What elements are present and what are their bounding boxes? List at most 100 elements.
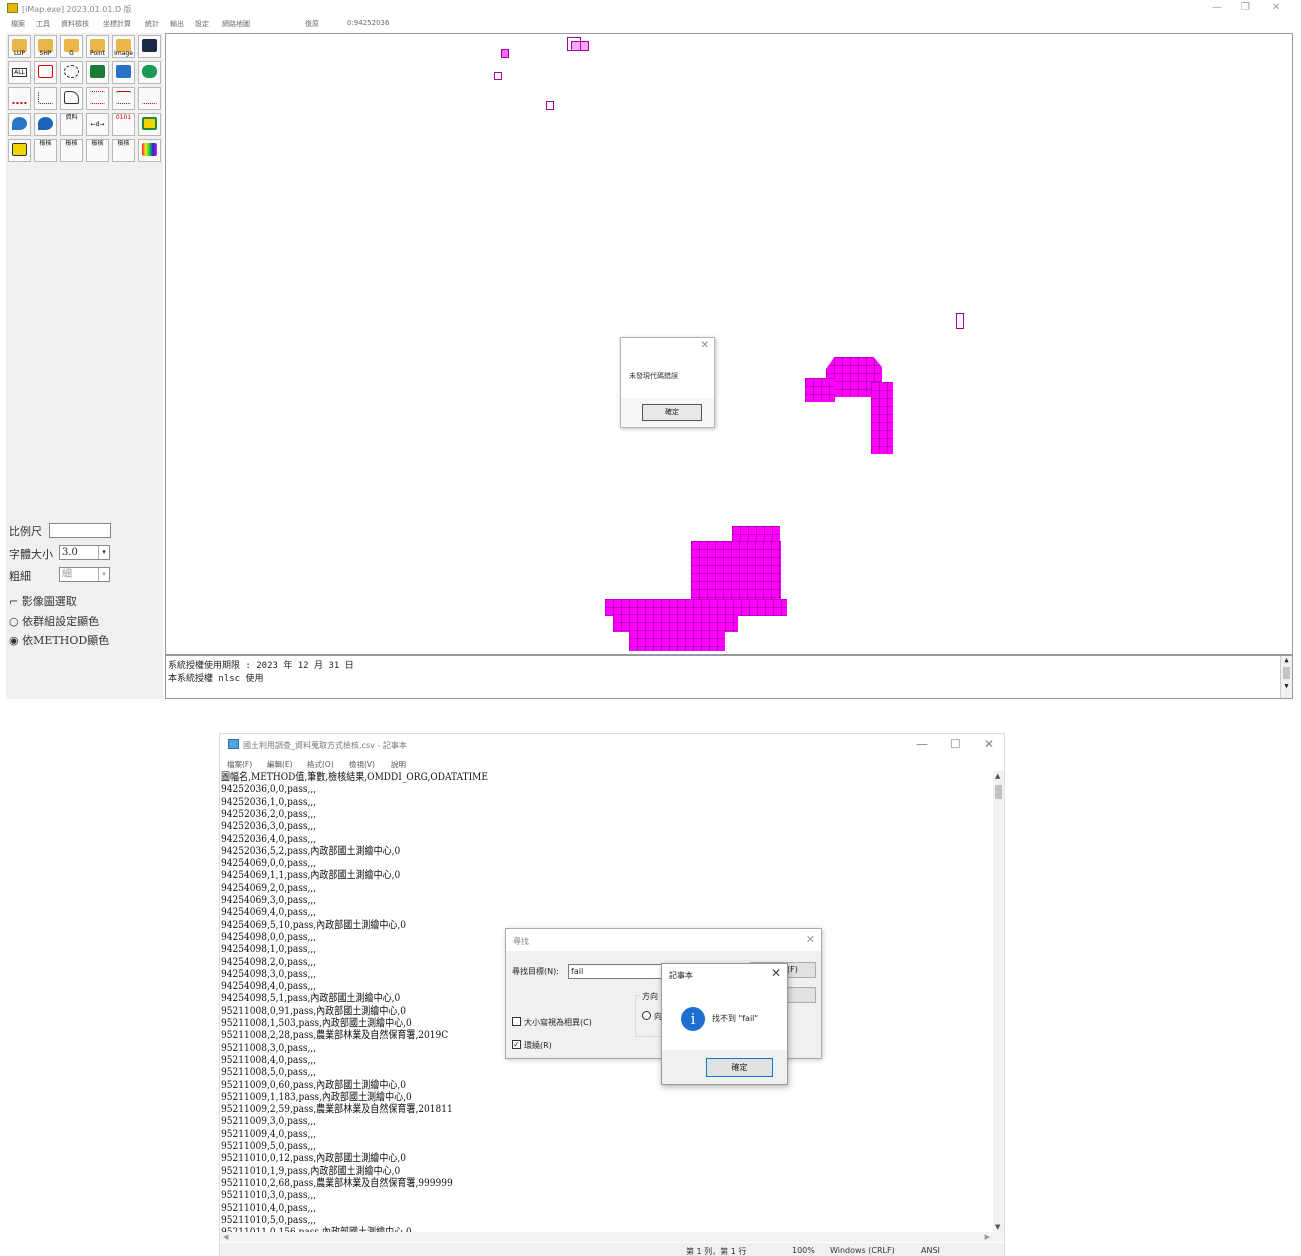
edit-line-button[interactable]	[8, 87, 31, 110]
check-shape-button[interactable]: 檢核	[112, 139, 135, 162]
vertical-scrollbar[interactable]: ▲ ▼	[993, 771, 1004, 1232]
scroll-up-icon[interactable]: ▲	[995, 772, 1000, 780]
text-line: 94254069,5,10,pass,內政部國土測繪中心,0	[221, 918, 407, 931]
color-palette-button[interactable]	[138, 139, 161, 162]
open-point-button[interactable]: Point	[86, 35, 109, 58]
attribute-data-button[interactable]: 資料	[60, 113, 83, 136]
menu-output[interactable]: 輸出	[170, 19, 184, 29]
scroll-down-icon[interactable]: ▼	[995, 1223, 1000, 1231]
locate-point-button[interactable]	[8, 113, 31, 136]
chevron-down-icon[interactable]: ▾	[98, 546, 109, 559]
color-by-method-option[interactable]: ◉ 依METHOD顯色	[9, 632, 109, 648]
save-button[interactable]	[138, 35, 161, 58]
binary-sort-button[interactable]: 0101	[112, 113, 135, 136]
restore-icon[interactable]: ❐	[1241, 2, 1250, 13]
text-line: 95211008,5,0,pass,,,	[221, 1066, 317, 1079]
polygon-tool-button[interactable]	[138, 61, 161, 84]
menu-undo[interactable]: 復原	[305, 19, 319, 29]
close-icon[interactable]: ✕	[984, 737, 994, 751]
menu-settings[interactable]: 設定	[195, 19, 209, 29]
extend-line-button[interactable]	[138, 87, 161, 110]
check-topology-button[interactable]: 檢核	[86, 139, 109, 162]
message-box-ok-button[interactable]: 確定	[706, 1058, 773, 1077]
parcel-marker[interactable]	[956, 313, 964, 329]
open-g-button[interactable]: G	[60, 35, 83, 58]
cross-line-icon	[90, 91, 105, 104]
color-by-group-option[interactable]: ○ 依群組設定顯色	[9, 613, 99, 629]
horizontal-scrollbar[interactable]: ◀ ▶	[220, 1232, 1004, 1242]
open-image-button[interactable]: Image	[112, 35, 135, 58]
split-button[interactable]	[86, 61, 109, 84]
check-polygon-button[interactable]: 檢核	[60, 139, 83, 162]
info-icon: i	[681, 1007, 705, 1031]
layer-color-button[interactable]	[138, 113, 161, 136]
rect-select-button[interactable]	[34, 61, 57, 84]
menu-data-check[interactable]: 資料檢核	[61, 19, 89, 29]
menu-web-map[interactable]: 網路地圖	[222, 19, 250, 29]
parcel-marker[interactable]	[501, 49, 509, 58]
notepad-title: 國土利用調查_資料蒐取方式檢核.csv - 記事本	[243, 741, 407, 750]
parcel-marker[interactable]	[494, 72, 502, 80]
measure-distance-button[interactable]: ←d→	[86, 113, 109, 136]
cross-tool-button[interactable]	[86, 87, 109, 110]
merge-button[interactable]	[112, 61, 135, 84]
reshape-button[interactable]	[60, 87, 83, 110]
status-scrollbar[interactable]: ▲ ▼	[1280, 656, 1292, 698]
wrap-checkbox[interactable]: ✓	[512, 1040, 521, 1049]
menu-view[interactable]: 檢視(V)	[349, 759, 375, 770]
check-code-button[interactable]: 檢核	[34, 139, 57, 162]
open-shp-button[interactable]: SHP	[34, 35, 57, 58]
rectangle-select-icon	[38, 65, 53, 78]
parcel-cluster[interactable]	[871, 382, 893, 454]
chevron-down-icon[interactable]: ▾	[98, 568, 109, 581]
menu-edit[interactable]: 編輯(E)	[267, 759, 293, 770]
thickness-select[interactable]: 細 ▾	[59, 567, 110, 582]
text-line: 95211010,5,0,pass,,,	[221, 1213, 317, 1226]
close-icon[interactable]: ✕	[771, 966, 781, 980]
locate-button[interactable]	[34, 113, 57, 136]
menu-format[interactable]: 格式(O)	[307, 759, 334, 770]
menu-help[interactable]: 說明	[391, 759, 406, 770]
direction-up-radio[interactable]	[642, 1011, 651, 1020]
open-lup-button[interactable]: LUP	[8, 35, 31, 58]
close-icon[interactable]: ✕	[701, 340, 709, 351]
close-icon[interactable]: ✕	[1272, 2, 1280, 13]
match-case-checkbox[interactable]	[512, 1017, 521, 1026]
map-canvas[interactable]	[165, 33, 1293, 655]
text-line: 94252036,0,0,pass,,,	[221, 783, 317, 796]
text-line: 94254098,0,0,pass,,,	[221, 930, 317, 943]
map-sheet-button[interactable]	[8, 139, 31, 162]
font-size-label: 字體大小	[9, 548, 53, 561]
parcel-cluster[interactable]	[629, 630, 725, 651]
parcel-marker[interactable]	[546, 101, 554, 110]
dialog-ok-button[interactable]: 確定	[642, 404, 702, 421]
lasso-select-button[interactable]	[60, 61, 83, 84]
scroll-thumb[interactable]	[1283, 667, 1290, 679]
scroll-right-icon[interactable]: ▶	[985, 1233, 990, 1241]
dialog-message: 未發現代碼錯誤	[629, 372, 678, 380]
minimize-icon[interactable]: —	[916, 737, 928, 751]
text-line: 95211009,1,183,pass,內政部國土測繪中心,0	[221, 1090, 412, 1103]
cut-line-button[interactable]	[112, 87, 135, 110]
parcel-cluster[interactable]	[805, 378, 835, 402]
select-all-button[interactable]: ALL	[8, 61, 31, 84]
menu-coord-calc[interactable]: 坐標計算	[103, 19, 131, 29]
menu-tools[interactable]: 工具	[36, 19, 50, 29]
line-ending: Windows (CRLF)	[830, 1246, 895, 1255]
scale-input[interactable]	[49, 523, 111, 538]
image-select-option[interactable]: ⌐ 影像圖選取	[9, 593, 77, 609]
scroll-thumb[interactable]	[995, 785, 1002, 799]
scroll-down-icon[interactable]: ▼	[1281, 682, 1292, 690]
scroll-up-icon[interactable]: ▲	[1281, 656, 1292, 664]
font-size-select[interactable]: 3.0 ▾	[59, 545, 110, 560]
parcel-marker[interactable]	[571, 41, 589, 51]
menu-file[interactable]: 檔案	[11, 19, 25, 29]
close-icon[interactable]: ✕	[806, 933, 815, 946]
vertex-tool-button[interactable]	[34, 87, 57, 110]
minimize-icon[interactable]: —	[1212, 2, 1222, 13]
menu-file[interactable]: 檔案(F)	[227, 759, 252, 770]
scroll-left-icon[interactable]: ◀	[223, 1233, 228, 1241]
maximize-icon[interactable]: ☐	[950, 737, 961, 751]
parcel-cluster[interactable]	[691, 541, 781, 601]
menu-statistics[interactable]: 統計	[145, 19, 159, 29]
